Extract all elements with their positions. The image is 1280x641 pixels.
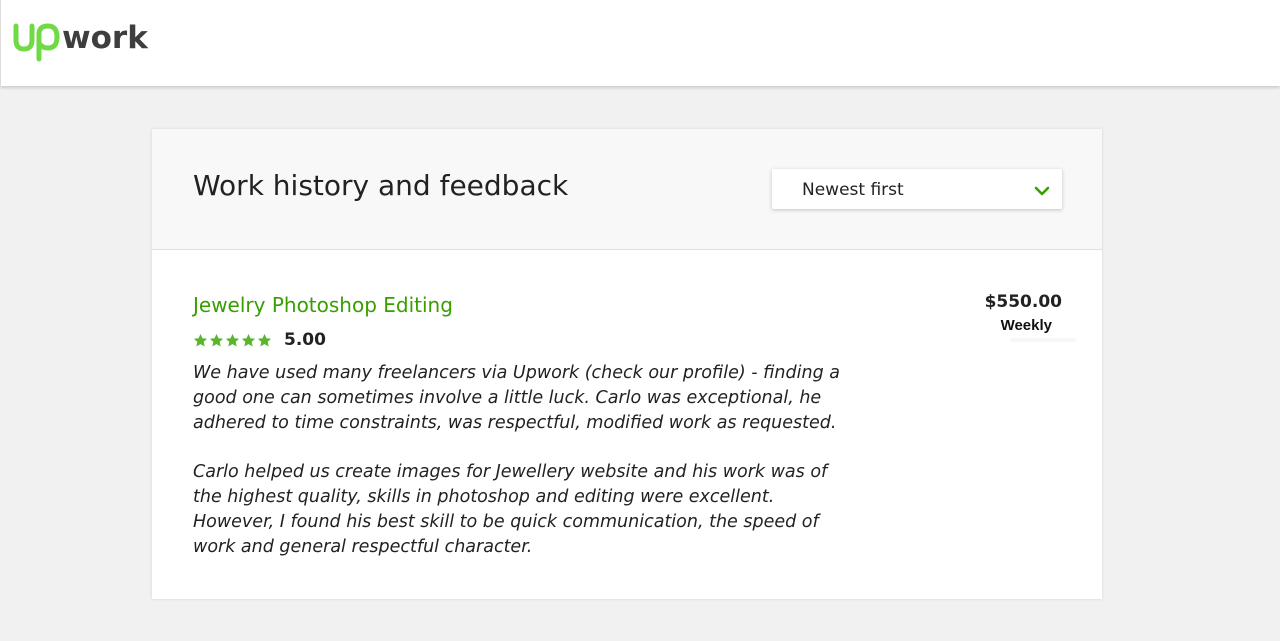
feedback-paragraph: Carlo helped us create images for Jewell… xyxy=(193,462,828,557)
upwork-logo-icon: work xyxy=(13,20,149,62)
top-navigation-bar: work xyxy=(0,0,1280,86)
star-icon xyxy=(225,333,240,347)
client-feedback: We have used many freelancers via Upwork… xyxy=(193,361,843,584)
sort-dropdown[interactable]: Newest first xyxy=(772,169,1062,209)
card-header: Work history and feedback Newest first xyxy=(152,129,1102,250)
job-rate-type: Weekly xyxy=(1000,317,1052,334)
rating-value: 5.00 xyxy=(284,330,326,350)
sort-selected-value: Newest first xyxy=(802,180,904,200)
job-amount: $550.00 xyxy=(984,292,1062,312)
star-rating xyxy=(193,333,272,349)
feedback-paragraph: We have used many freelancers via Upwork… xyxy=(193,363,840,433)
star-icon xyxy=(193,333,208,347)
star-icon xyxy=(209,333,224,347)
upwork-logo[interactable]: work xyxy=(12,14,152,66)
chevron-down-icon xyxy=(1034,182,1050,196)
work-history-card: Work history and feedback Newest first J… xyxy=(152,129,1102,599)
star-icon xyxy=(257,333,272,347)
logo-wordmark: work xyxy=(62,20,149,56)
job-history-item: Jewelry Photoshop Editing 5.00 We have u… xyxy=(152,250,1102,599)
section-title: Work history and feedback xyxy=(193,169,569,202)
job-title-link[interactable]: Jewelry Photoshop Editing xyxy=(193,293,453,317)
divider xyxy=(1010,338,1076,342)
star-icon xyxy=(241,333,256,347)
